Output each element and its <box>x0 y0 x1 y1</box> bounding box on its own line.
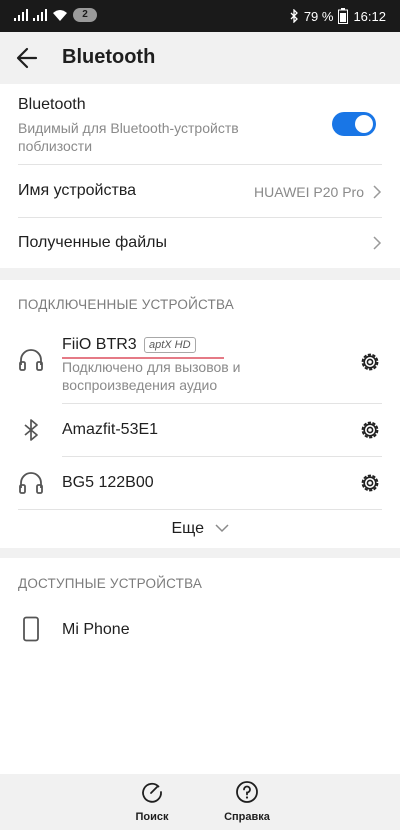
show-more-button[interactable]: Еще <box>0 520 400 538</box>
chevron-right-icon <box>373 236 382 250</box>
divider <box>18 509 382 510</box>
phone-icon <box>23 616 39 642</box>
refresh-search-icon <box>142 782 162 803</box>
toggle-knob <box>355 115 373 133</box>
gear-icon[interactable] <box>358 418 382 442</box>
device-row-bg5[interactable]: BG5 122B00 <box>0 457 400 509</box>
bluetooth-settings-card: Bluetooth Видимый для Bluetooth-устройст… <box>0 84 400 268</box>
device-name: BG5 122B00 <box>62 474 154 491</box>
notification-count-badge: 2 <box>73 8 97 22</box>
device-name: FiiO BTR3 <box>62 336 137 353</box>
bluetooth-status-icon <box>290 9 298 23</box>
show-more-label: Еще <box>171 520 205 537</box>
search-label: Поиск <box>135 811 169 823</box>
help-icon <box>236 781 258 803</box>
device-row-amazfit[interactable]: Amazfit-53E1 <box>0 404 400 456</box>
received-files-label: Полученные файлы <box>18 234 167 251</box>
connected-devices-header: ПОДКЛЮЧЕННЫЕ УСТРОЙСТВА <box>18 297 234 312</box>
connected-devices-card: ПОДКЛЮЧЕННЫЕ УСТРОЙСТВА FiiO BTR3 aptX H… <box>0 280 400 548</box>
signal-icon <box>33 9 47 21</box>
chevron-right-icon <box>373 185 382 199</box>
device-name: Amazfit-53E1 <box>62 421 159 438</box>
bluetooth-icon <box>24 419 38 441</box>
help-button[interactable]: Справка <box>207 780 287 823</box>
headset-icon <box>19 349 43 371</box>
available-devices-header: ДОСТУПНЫЕ УСТРОЙСТВА <box>18 576 203 591</box>
device-name-label: Имя устройства <box>18 182 137 199</box>
clock: 16:12 <box>353 8 386 24</box>
signal-icon <box>14 9 28 21</box>
gear-icon[interactable] <box>358 350 382 374</box>
wifi-icon <box>53 10 67 21</box>
search-button[interactable]: Поиск <box>112 780 192 823</box>
gear-icon[interactable] <box>358 471 382 495</box>
help-label: Справка <box>224 811 270 823</box>
headset-icon <box>19 472 43 494</box>
device-name: Mi Phone <box>62 621 130 638</box>
device-status-line2: воспроизведения аудио <box>62 377 218 393</box>
bottom-action-bar: Поиск Справка <box>0 774 400 830</box>
battery-icon <box>338 8 349 24</box>
device-row-mi-phone[interactable]: Mi Phone <box>0 604 400 656</box>
visibility-subtitle-line2: поблизости <box>18 138 93 154</box>
page-title: Bluetooth <box>62 46 156 68</box>
back-arrow-icon[interactable] <box>14 44 44 72</box>
battery-percent: 79 % <box>303 8 334 24</box>
bluetooth-toggle[interactable] <box>332 112 376 136</box>
device-status-line1: Подключено для вызовов и <box>62 359 241 375</box>
app-header: Bluetooth <box>0 32 400 84</box>
status-bar: 2 79 % 16:12 <box>0 0 400 32</box>
device-name-row[interactable]: Имя устройства HUAWEI P20 Pro <box>0 165 400 217</box>
chevron-down-icon <box>214 524 229 533</box>
visibility-subtitle-line1: Видимый для Bluetooth-устройств <box>18 120 239 136</box>
received-files-row[interactable]: Полученные файлы <box>0 218 400 268</box>
bluetooth-toggle-title: Bluetooth <box>18 96 86 113</box>
device-name-value: HUAWEI P20 Pro <box>254 184 364 200</box>
available-devices-card: ДОСТУПНЫЕ УСТРОЙСТВА Mi Phone <box>0 558 400 774</box>
device-row-fiio[interactable]: FiiO BTR3 aptX HD Подключено для вызовов… <box>0 324 400 396</box>
codec-badge: aptX HD <box>144 337 196 353</box>
